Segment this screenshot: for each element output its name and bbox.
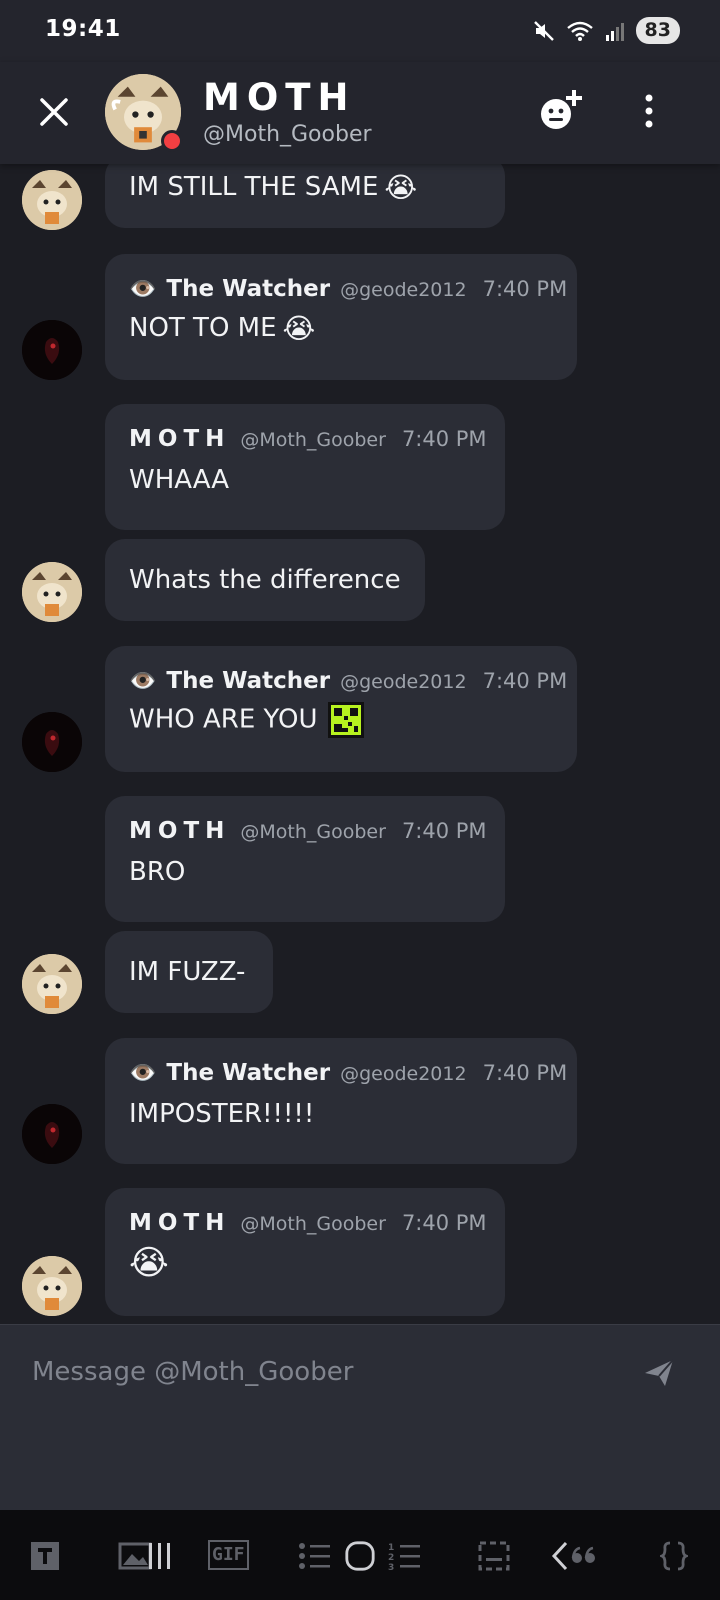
- message-bubble[interactable]: 👁️ The Watcher @geode2012 7:40 PM NOT TO…: [105, 254, 577, 380]
- message-text: WHAAA: [129, 465, 230, 495]
- moth-avatar[interactable]: [22, 1256, 82, 1316]
- status-icons: 83: [532, 17, 680, 44]
- numbered-list-icon[interactable]: 1 2 3: [388, 1540, 422, 1572]
- watcher-avatar[interactable]: [22, 320, 82, 380]
- author-name[interactable]: The Watcher: [166, 1060, 330, 1086]
- svg-text:1: 1: [388, 1543, 394, 1553]
- mute-icon: [533, 20, 554, 41]
- send-icon[interactable]: [643, 1357, 675, 1389]
- text-style-icon[interactable]: [30, 1540, 60, 1572]
- author-name[interactable]: The Watcher: [166, 276, 330, 302]
- dnd-status-dot: [161, 130, 183, 152]
- nav-back-icon[interactable]: [550, 1540, 570, 1572]
- message-text: 😭: [129, 1242, 481, 1283]
- timestamp: 7:40 PM: [482, 669, 568, 693]
- eye-icon: 👁️: [129, 277, 157, 302]
- message-header: MOTH @Moth_Goober 7:40 PM: [129, 1210, 487, 1236]
- moth-avatar[interactable]: [22, 562, 82, 622]
- message-text: Whats the difference: [129, 565, 401, 595]
- message-header: MOTH @Moth_Goober 7:40 PM: [129, 818, 487, 844]
- author-handle: @Moth_Goober: [240, 1213, 386, 1235]
- message-text: WHO ARE YOU: [129, 702, 553, 738]
- message-bubble[interactable]: MOTH @Moth_Goober 7:40 PM BRO: [105, 796, 505, 922]
- qr-glitch-emoji-icon: [327, 702, 364, 738]
- message-body: IM STILL THE SAME: [129, 172, 379, 202]
- timestamp: 7:40 PM: [401, 819, 487, 843]
- list-icon[interactable]: [298, 1540, 332, 1572]
- message-bubble[interactable]: IM FUZZ-: [105, 931, 273, 1013]
- add-friend-emoji-icon[interactable]: [536, 88, 588, 134]
- quote-icon[interactable]: [570, 1540, 598, 1572]
- message-body: WHO ARE YOU: [129, 704, 318, 735]
- message-bubble[interactable]: Whats the difference: [105, 539, 425, 621]
- keyboard-toolbar: GIF 1 2 3: [0, 1510, 720, 1600]
- message-input[interactable]: [30, 1349, 594, 1395]
- timestamp: 7:40 PM: [482, 277, 568, 301]
- crying-emoji: 😭: [384, 170, 418, 204]
- author-name[interactable]: MOTH: [129, 1210, 230, 1236]
- message-header: 👁️ The Watcher @geode2012 7:40 PM: [129, 276, 567, 302]
- eye-icon: 👁️: [129, 1061, 157, 1086]
- message-text: NOT TO ME 😭: [129, 312, 553, 345]
- author-handle: @geode2012: [340, 279, 467, 301]
- crying-emoji: 😭: [129, 1242, 169, 1283]
- nav-home-icon[interactable]: [343, 1540, 377, 1572]
- message-bubble[interactable]: 👁️ The Watcher @geode2012 7:40 PM WHO AR…: [105, 646, 577, 772]
- message-header: 👁️ The Watcher @geode2012 7:40 PM: [129, 1060, 567, 1086]
- timestamp: 7:40 PM: [482, 1061, 568, 1085]
- watcher-avatar[interactable]: [22, 712, 82, 772]
- message-text: IM STILL THE SAME 😭: [129, 171, 481, 204]
- eye-icon: 👁️: [129, 669, 157, 694]
- message-list[interactable]: IM STILL THE SAME 😭 👁️ The Watcher @geode…: [0, 164, 720, 1324]
- message-header: MOTH @Moth_Goober 7:40 PM: [129, 426, 487, 452]
- author-handle: @geode2012: [340, 1063, 467, 1085]
- message-bubble[interactable]: MOTH @Moth_Goober 7:40 PM WHAAA: [105, 404, 505, 530]
- message-bubble[interactable]: 👁️ The Watcher @geode2012 7:40 PM IMPOST…: [105, 1038, 577, 1164]
- author-name[interactable]: MOTH: [129, 818, 230, 844]
- timestamp: 7:40 PM: [401, 1211, 487, 1235]
- message-text: IM FUZZ-: [129, 957, 246, 987]
- moth-avatar[interactable]: [22, 170, 82, 230]
- crying-emoji: 😭: [282, 311, 316, 345]
- message-header: 👁️ The Watcher @geode2012 7:40 PM: [129, 668, 567, 694]
- message-bubble[interactable]: IM STILL THE SAME 😭: [105, 164, 505, 228]
- svg-text:2: 2: [388, 1553, 394, 1563]
- nav-recents-icon[interactable]: [147, 1540, 173, 1572]
- header-handle[interactable]: @Moth_Goober: [203, 122, 372, 147]
- svg-text:3: 3: [388, 1563, 394, 1572]
- clock: 19:41: [45, 16, 121, 42]
- author-name[interactable]: The Watcher: [166, 668, 330, 694]
- code-block-icon[interactable]: [660, 1540, 688, 1572]
- watcher-avatar[interactable]: [22, 1104, 82, 1164]
- author-handle: @geode2012: [340, 671, 467, 693]
- wifi-icon: [566, 21, 593, 41]
- gif-button[interactable]: GIF: [208, 1540, 249, 1570]
- moth-avatar[interactable]: [22, 954, 82, 1014]
- header-name[interactable]: MOTH: [203, 76, 355, 119]
- dm-header: MOTH @Moth_Goober: [0, 62, 720, 164]
- message-text: IMPOSTER!!!!!: [129, 1099, 315, 1129]
- timestamp: 7:40 PM: [401, 427, 487, 451]
- signal-icon: [605, 22, 624, 41]
- message-bubble[interactable]: MOTH @Moth_Goober 7:40 PM 😭: [105, 1188, 505, 1316]
- author-handle: @Moth_Goober: [240, 429, 386, 451]
- more-options-icon[interactable]: [640, 92, 658, 132]
- author-name[interactable]: MOTH: [129, 426, 230, 452]
- status-bar: 19:41 83: [0, 0, 720, 62]
- close-icon[interactable]: [36, 94, 72, 130]
- author-handle: @Moth_Goober: [240, 821, 386, 843]
- message-composer: [0, 1324, 720, 1511]
- spoiler-icon[interactable]: [478, 1540, 510, 1572]
- message-body: NOT TO ME: [129, 313, 277, 343]
- message-text: BRO: [129, 857, 186, 887]
- battery-indicator: 83: [635, 17, 680, 44]
